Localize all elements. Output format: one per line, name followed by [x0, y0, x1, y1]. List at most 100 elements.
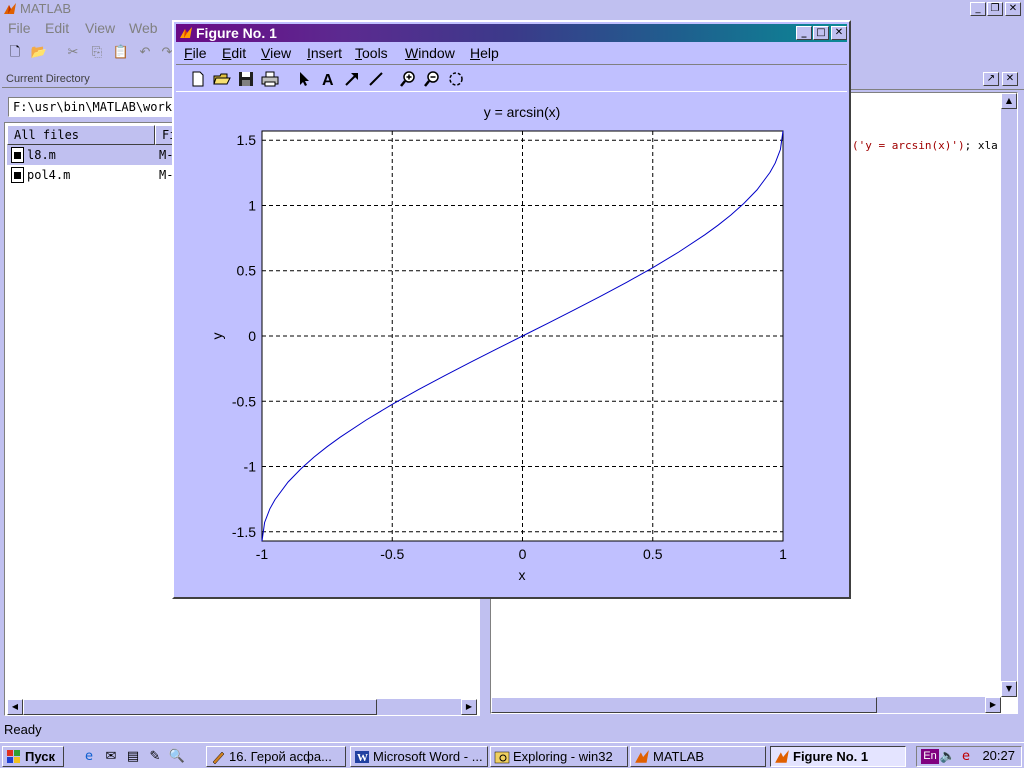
matlab-toolbar: 🗋 📂 ✂ ⎘ 📋 ↶ ↷	[0, 40, 175, 66]
mnemonic: T	[355, 45, 362, 61]
taskbar: Пуск e ✉ ▤ ✎ 🔍 16. Герой асфа... W Micro…	[0, 742, 1024, 768]
zoom-in-icon[interactable]	[398, 69, 418, 89]
chart-title: y = arcsin(x)	[484, 104, 561, 120]
figure-menu-window[interactable]: Window	[405, 45, 455, 61]
figure-menu-help[interactable]: Help	[470, 45, 499, 61]
y-tick-label: -1	[244, 459, 257, 475]
task-button-exploring[interactable]: Exploring - win32	[490, 746, 628, 767]
rotate-icon[interactable]	[446, 69, 466, 89]
figure-menu-edit[interactable]: Edit	[222, 45, 246, 61]
menu-rest: dit	[231, 45, 247, 61]
menu-file[interactable]: File	[8, 20, 31, 36]
figure-menu-file[interactable]: File	[184, 45, 207, 61]
scroll-thumb[interactable]	[23, 699, 377, 715]
menu-rest: iew	[270, 45, 292, 61]
y-tick-label: 0	[248, 328, 256, 344]
matlab-logo-icon	[774, 749, 790, 765]
quick-launch-tool-icon[interactable]: ✎	[146, 748, 164, 766]
command-horizontal-scrollbar[interactable]: ▶	[491, 697, 1001, 713]
open-icon[interactable]	[212, 69, 232, 89]
close-button[interactable]: ✕	[1005, 2, 1021, 16]
new-icon[interactable]	[188, 69, 208, 89]
command-code-line: ('y = arcsin(x)'); xla	[852, 139, 998, 152]
scroll-right-button[interactable]: ▶	[461, 699, 477, 715]
menu-rest: indow	[418, 45, 455, 61]
m-file-icon	[11, 167, 25, 183]
x-tick-label: 1	[779, 546, 787, 562]
matlab-logo-icon	[179, 26, 193, 40]
show-desktop-icon[interactable]: ▤	[124, 748, 142, 766]
outlook-express-icon[interactable]: ✉	[102, 748, 120, 766]
figure-toolbar: A	[176, 64, 847, 92]
restore-button[interactable]: ❐	[987, 2, 1003, 16]
open-folder-icon[interactable]: 📂	[30, 44, 48, 62]
minimize-button[interactable]: _	[970, 2, 986, 16]
menu-rest: ools	[362, 45, 388, 61]
internet-explorer-icon[interactable]: e	[80, 748, 98, 766]
code-tail: ; xla	[964, 139, 998, 152]
arrow-select-icon[interactable]	[294, 69, 314, 89]
undo-icon[interactable]: ↶	[136, 44, 154, 62]
task-label: MATLAB	[653, 749, 705, 764]
print-icon[interactable]	[260, 69, 280, 89]
menu-rest: elp	[480, 45, 499, 61]
task-button-matlab[interactable]: MATLAB	[630, 746, 766, 767]
cut-icon[interactable]: ✂	[64, 44, 82, 62]
menu-rest: ile	[192, 45, 207, 61]
paste-icon[interactable]: 📋	[112, 44, 130, 62]
zoom-out-icon[interactable]	[422, 69, 442, 89]
figure-titlebar[interactable]: Figure No. 1 _ □ ✕	[176, 24, 847, 42]
task-button-hero[interactable]: 16. Герой асфа...	[206, 746, 346, 767]
search-folder-icon[interactable]: 🔍	[168, 748, 186, 766]
column-header-all-files[interactable]: All files	[7, 125, 155, 145]
language-indicator[interactable]: En	[921, 749, 939, 764]
explorer-icon	[494, 749, 510, 765]
command-vertical-scrollbar[interactable]: ▲ ▼	[1001, 93, 1017, 697]
menu-web[interactable]: Web	[129, 20, 158, 36]
current-directory-path-field[interactable]: F:\usr\bin\MATLAB\work	[8, 97, 178, 117]
figure-menu-insert[interactable]: Insert	[307, 45, 342, 61]
scroll-thumb[interactable]	[491, 697, 877, 713]
ie-tray-icon[interactable]: e	[957, 748, 975, 766]
line-insert-icon[interactable]	[366, 69, 386, 89]
start-label: Пуск	[25, 749, 55, 764]
task-button-word[interactable]: W Microsoft Word - ...	[350, 746, 488, 767]
figure-minimize-button[interactable]: _	[796, 26, 812, 40]
windows-logo-icon	[6, 749, 22, 765]
figure-menu-tools[interactable]: Tools	[355, 45, 388, 61]
scroll-down-button[interactable]: ▼	[1001, 681, 1017, 697]
y-tick-label: 1.5	[237, 132, 257, 148]
figure-menu-view[interactable]: View	[261, 45, 291, 61]
menu-view[interactable]: View	[85, 20, 115, 36]
file-name: pol4.m	[27, 168, 71, 182]
task-label: 16. Герой асфа...	[229, 749, 332, 764]
figure-title: Figure No. 1	[196, 25, 277, 41]
figure-window[interactable]: Figure No. 1 _ □ ✕ File Edit View Insert…	[172, 20, 851, 599]
figure-close-button[interactable]: ✕	[831, 26, 847, 40]
text-insert-icon[interactable]: A	[318, 69, 338, 89]
scroll-right-button[interactable]: ▶	[985, 697, 1001, 713]
copy-icon[interactable]: ⎘	[88, 44, 106, 62]
file-list-horizontal-scrollbar[interactable]: ◀ ▶	[7, 699, 477, 715]
word-icon: W	[354, 749, 370, 765]
menu-edit[interactable]: Edit	[45, 20, 69, 36]
file-name: l8.m	[27, 148, 56, 162]
scroll-left-button[interactable]: ◀	[7, 699, 23, 715]
start-button[interactable]: Пуск	[2, 746, 64, 767]
save-icon[interactable]	[236, 69, 256, 89]
mnemonic: V	[261, 45, 271, 61]
undock-button[interactable]: ↗	[983, 72, 999, 86]
figure-maximize-button[interactable]: □	[813, 26, 829, 40]
y-tick-label: 1	[248, 197, 256, 213]
task-button-figure[interactable]: Figure No. 1	[770, 746, 906, 767]
new-file-icon[interactable]: 🗋	[6, 44, 24, 62]
clock: 20:27	[982, 748, 1015, 763]
y-axis-label: y	[209, 333, 225, 340]
arrow-insert-icon[interactable]	[342, 69, 362, 89]
scroll-up-button[interactable]: ▲	[1001, 93, 1017, 109]
x-axis-label: x	[519, 567, 526, 583]
volume-icon[interactable]: 🔈	[939, 748, 957, 766]
plot-area[interactable]: y = arcsin(x) -1 -0.5 0 0.5 1-1.5-1-0.500.51…	[174, 94, 849, 599]
matlab-titlebar[interactable]: MATLAB _ ❐ ✕	[0, 0, 1024, 18]
panel-close-button[interactable]: ✕	[1002, 72, 1018, 86]
